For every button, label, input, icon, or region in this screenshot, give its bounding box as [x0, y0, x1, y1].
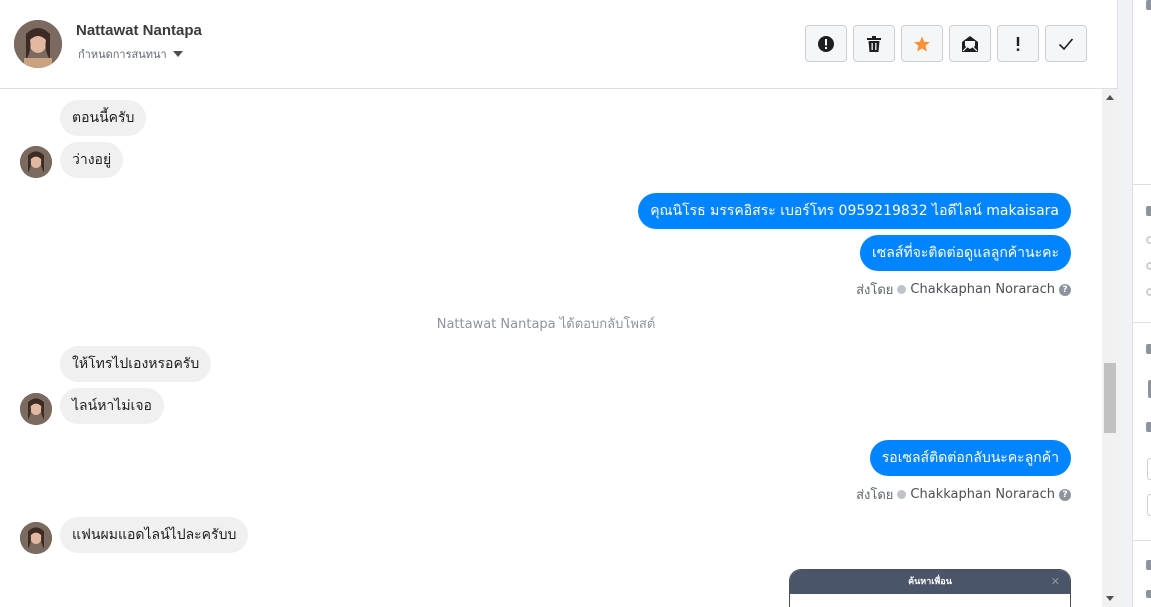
system-note: Nattawat Nantapa ได้ตอบกลับโพสต์ — [436, 317, 656, 332]
close-icon[interactable]: ✕ — [1051, 570, 1060, 594]
envelope-open-icon — [962, 35, 978, 52]
panel-edge-mark — [1146, 206, 1151, 216]
radio-option[interactable] — [1146, 262, 1151, 270]
conversation-toolbar — [805, 25, 1087, 62]
exclamation-icon — [1016, 36, 1020, 51]
alert-circle-icon — [818, 35, 834, 52]
assign-conversation-dropdown[interactable]: กำหนดการสนทนา — [78, 45, 183, 63]
sent-by-prefix: ส่งโดย — [856, 283, 894, 298]
sent-by-name[interactable]: Chakkaphan Norarach — [910, 487, 1055, 502]
thread-scrollbar[interactable] — [1102, 89, 1118, 607]
check-circle-icon — [897, 285, 907, 294]
help-icon[interactable]: ? — [1059, 283, 1071, 296]
panel-gap — [1118, 0, 1132, 607]
divider — [1133, 322, 1151, 323]
message-incoming[interactable]: ตอนนี้ครับ — [60, 100, 147, 136]
sender-avatar[interactable] — [20, 393, 52, 425]
details-panel — [1132, 0, 1151, 607]
sender-avatar[interactable] — [20, 146, 52, 178]
popup-title: ค้นหาเพื่อน — [908, 577, 952, 587]
panel-edge-mark — [1146, 590, 1151, 598]
message-incoming[interactable]: แฟนผมแอดไลน์ไปละครับบ — [60, 517, 249, 553]
contact-name[interactable]: Nattawat Nantapa — [76, 22, 202, 39]
follow-up-button[interactable] — [997, 25, 1039, 62]
sent-by-name[interactable]: Chakkaphan Norarach — [910, 282, 1055, 297]
popup-header: ค้นหาเพื่อน ✕ — [790, 570, 1070, 594]
mark-unread-button[interactable] — [949, 25, 991, 62]
radio-option[interactable] — [1146, 288, 1151, 296]
delete-button[interactable] — [853, 25, 895, 62]
trash-icon — [867, 35, 881, 52]
message-incoming[interactable]: ให้โทรไปเองหรอครับ — [60, 346, 212, 382]
message-incoming[interactable]: ว่างอยู่ — [60, 142, 124, 178]
check-icon — [1058, 37, 1074, 50]
message-outgoing[interactable]: รอเซลส์ติดต่อกลับนะคะลูกค้า — [869, 440, 1071, 476]
scroll-down-icon[interactable] — [1106, 596, 1114, 601]
message-thread: ตอนนี้ครับ ว่างอยู่ คุณนิโรธ มรรคอิสระ เ… — [0, 89, 1102, 607]
star-button[interactable] — [901, 25, 943, 62]
contact-avatar[interactable] — [14, 20, 62, 68]
panel-input[interactable] — [1147, 458, 1151, 480]
inbox-window: Nattawat Nantapa กำหนดการสนทนา ตอนนี้ครั… — [0, 0, 1151, 607]
star-icon — [914, 36, 930, 51]
sent-by-label: ส่งโดย Chakkaphan Norarach ? — [856, 484, 1071, 505]
find-friends-popup[interactable]: ค้นหาเพื่อน ✕ — [789, 569, 1071, 607]
divider — [1133, 184, 1151, 185]
spam-button[interactable] — [805, 25, 847, 62]
sender-avatar[interactable] — [20, 522, 52, 554]
message-incoming[interactable]: ไลน์หาไม่เจอ — [60, 388, 164, 424]
panel-input[interactable] — [1147, 494, 1151, 516]
scroll-up-icon[interactable] — [1106, 95, 1114, 100]
message-outgoing[interactable]: เซลส์ที่จะติดต่อดูแลลูกค้านะคะ — [860, 235, 1071, 271]
conversation-header: Nattawat Nantapa กำหนดการสนทนา — [0, 0, 1118, 89]
panel-edge-mark — [1146, 422, 1151, 432]
panel-edge-mark — [1146, 560, 1151, 570]
panel-edge-mark — [1146, 344, 1151, 354]
divider — [1133, 540, 1151, 541]
check-circle-icon — [897, 490, 907, 499]
help-icon[interactable]: ? — [1059, 488, 1071, 501]
message-outgoing[interactable]: คุณนิโรธ มรรคอิสระ เบอร์โทร 0959219832 ไ… — [638, 193, 1071, 229]
panel-edge-mark — [1146, 0, 1151, 10]
scroll-thumb[interactable] — [1104, 363, 1116, 433]
assign-label: กำหนดการสนทนา — [78, 48, 167, 61]
radio-option[interactable] — [1146, 236, 1151, 244]
caret-down-icon — [172, 51, 183, 57]
sent-by-prefix: ส่งโดย — [856, 488, 894, 503]
done-button[interactable] — [1045, 25, 1087, 62]
sent-by-label: ส่งโดย Chakkaphan Norarach ? — [856, 279, 1071, 300]
